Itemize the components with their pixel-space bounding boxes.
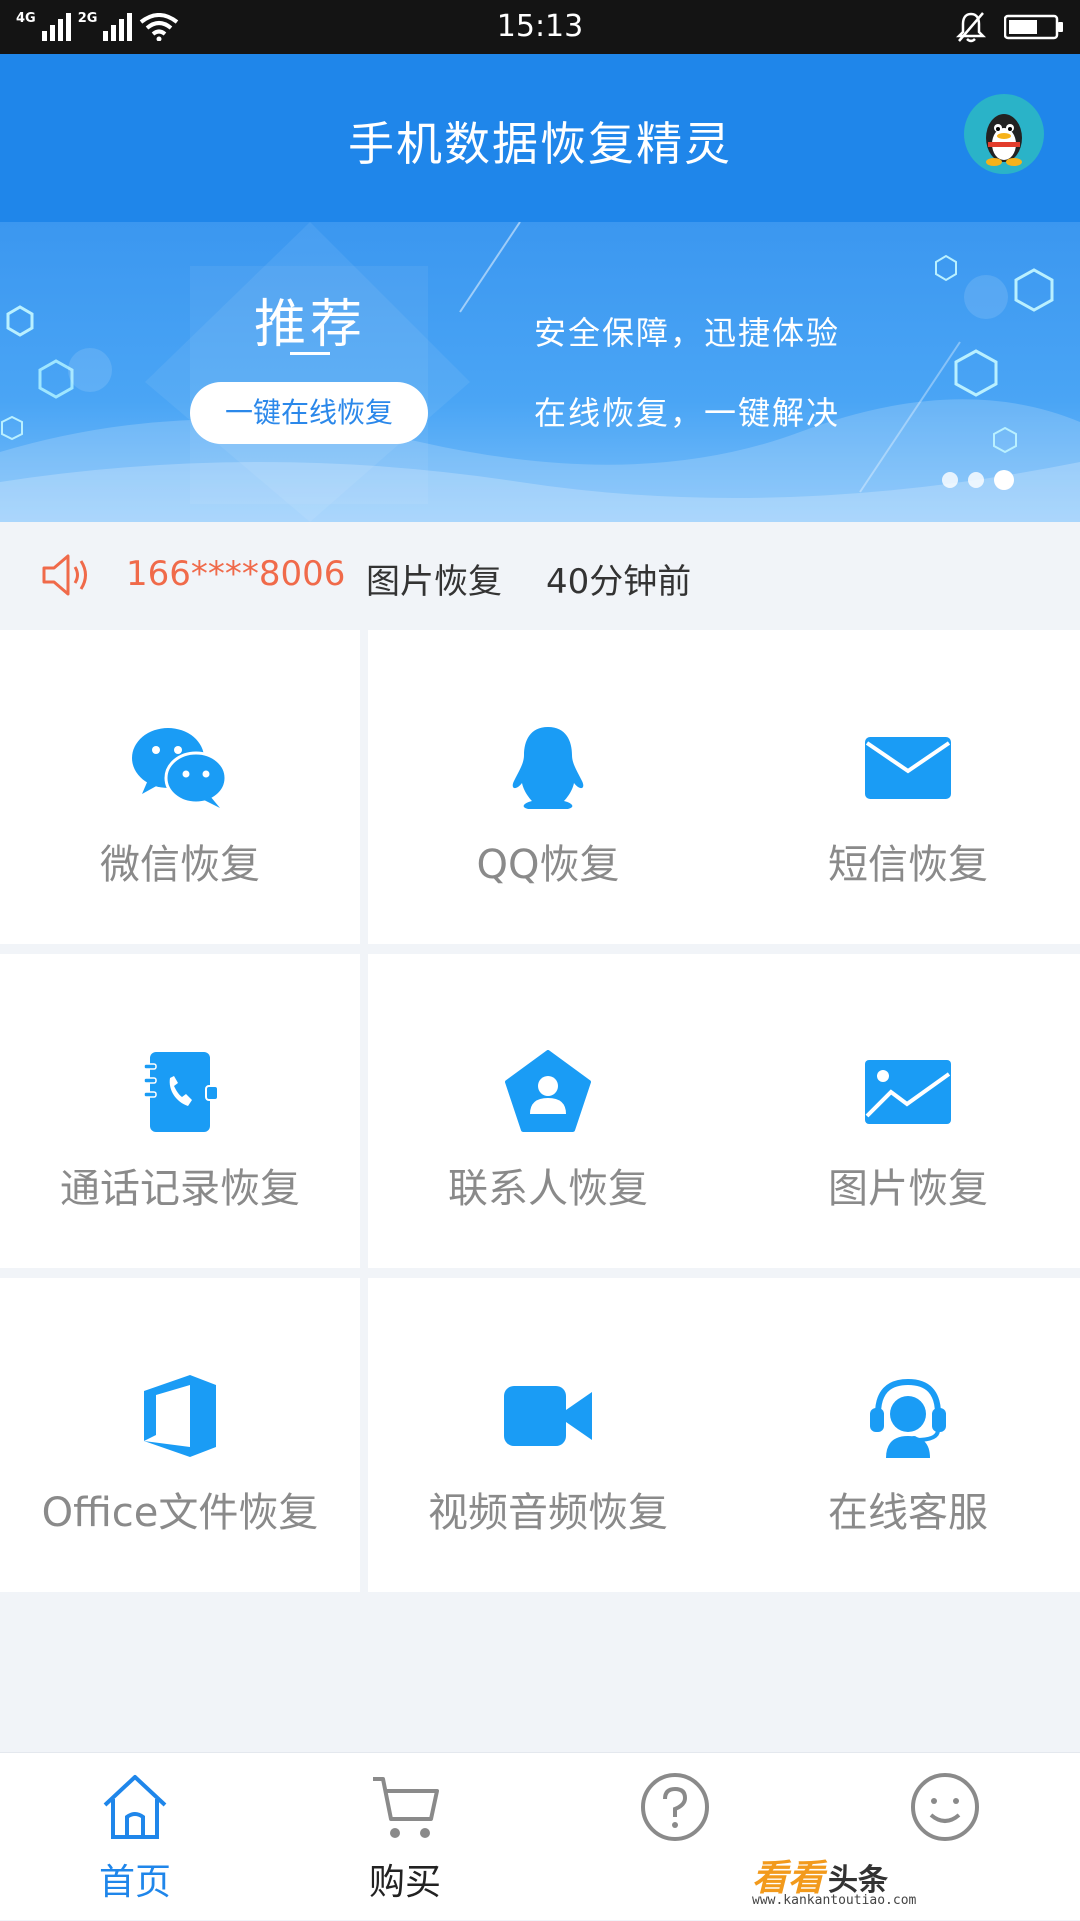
tile-label: Office文件恢复 [41,1490,319,1536]
nav-icon-wrap [540,1771,810,1851]
video-icon [504,1386,592,1446]
image-icon [865,1060,951,1124]
status-bar: 4G 2G 15:13 [0,0,1080,54]
online-support-tile[interactable]: 在线客服 [728,1278,1080,1592]
cell-icon-wrap [0,720,360,816]
status-indicators [956,10,1064,44]
avatar[interactable] [964,94,1044,174]
cell-icon-wrap [368,1368,728,1464]
app-header: 手机数据恢复精灵 [0,54,1080,222]
banner-decoration [0,222,1080,522]
cell-icon-wrap [728,1044,1080,1140]
notification-muted-icon [956,12,986,43]
notice-phone: 166****8006 [126,554,346,594]
sms-recovery-tile[interactable]: 短信恢复 [728,630,1080,944]
banner-slogan-2: 在线恢复，一键解决 [534,394,841,432]
nav-icon-wrap [810,1771,1080,1851]
tile-label: QQ恢复 [476,842,620,888]
cell-icon-wrap [728,720,1080,816]
cell-icon-wrap [0,1368,360,1464]
contact-icon [505,1050,591,1132]
office-icon [144,1375,216,1457]
nav-buy[interactable]: 购买 [270,1753,540,1921]
home-icon [103,1775,167,1839]
bottom-nav: 首页 购买 看看 头条 www.kankantoutiao.com [0,1752,1080,1920]
nav-label: 首页 [98,1862,171,1903]
qq-recovery-tile[interactable]: QQ恢复 [368,630,728,944]
page-title: 手机数据恢复精灵 [348,117,732,171]
tile-label: 视频音频恢复 [428,1490,668,1536]
cell-icon-wrap [0,1044,360,1140]
nav-icon-wrap [270,1771,540,1851]
banner-recommend-title: 推荐 [253,295,366,355]
banner-slogan-1: 安全保障，迅捷体验 [534,314,841,352]
image-recovery-tile[interactable]: 图片恢复 [728,954,1080,1268]
watermark-url: www.kankantoutiao.com [752,1893,917,1908]
banner-dot[interactable] [968,472,984,488]
tile-label: 通话记录恢复 [60,1166,300,1212]
office-file-recovery-tile[interactable]: Office文件恢复 [0,1278,360,1592]
qq-icon [512,727,584,809]
tile-label: 微信恢复 [100,842,260,888]
banner-title-underline [290,352,330,355]
speaker-icon [42,554,87,596]
cart-icon [373,1777,439,1838]
call-log-recovery-tile[interactable]: 通话记录恢复 [0,954,360,1268]
nav-label: 购买 [368,1862,441,1903]
sms-icon [865,737,951,799]
banner-pagination[interactable] [942,470,1014,490]
notice-recovery-type: 图片恢复 [366,562,502,602]
help-icon [641,1773,709,1841]
tile-label: 图片恢复 [828,1166,988,1212]
tile-label: 在线客服 [828,1490,988,1536]
call-log-icon [143,1052,219,1132]
nav-home[interactable]: 首页 [0,1753,270,1921]
qq-avatar-icon [986,114,1022,166]
tile-label: 短信恢复 [828,842,988,888]
support-icon [870,1378,946,1458]
promo-banner[interactable]: 推荐 一键在线恢复 安全保障，迅捷体验 在线恢复，一键解决 [0,222,1080,522]
smile-icon [911,1773,979,1841]
battery-icon [1004,14,1063,40]
video-audio-recovery-tile[interactable]: 视频音频恢复 [368,1278,728,1592]
one-click-recover-button[interactable]: 一键在线恢复 [190,382,428,444]
nav-icon-wrap [0,1771,270,1851]
banner-dot[interactable] [942,472,958,488]
banner-dot-active[interactable] [994,470,1014,490]
notice-time: 40分钟前 [546,562,692,602]
cell-icon-wrap [368,1044,728,1140]
watermark: 看看 头条 www.kankantoutiao.com [752,1849,916,1908]
wechat-recovery-tile[interactable]: 微信恢复 [0,630,360,944]
tile-label: 联系人恢复 [448,1166,648,1212]
contact-recovery-tile[interactable]: 联系人恢复 [368,954,728,1268]
status-time: 15:13 [496,9,584,44]
wechat-icon [132,728,228,808]
cell-icon-wrap [728,1368,1080,1464]
recovery-notice-bar: 166****8006 图片恢复 40分钟前 [0,522,1080,630]
cell-icon-wrap [368,720,728,816]
